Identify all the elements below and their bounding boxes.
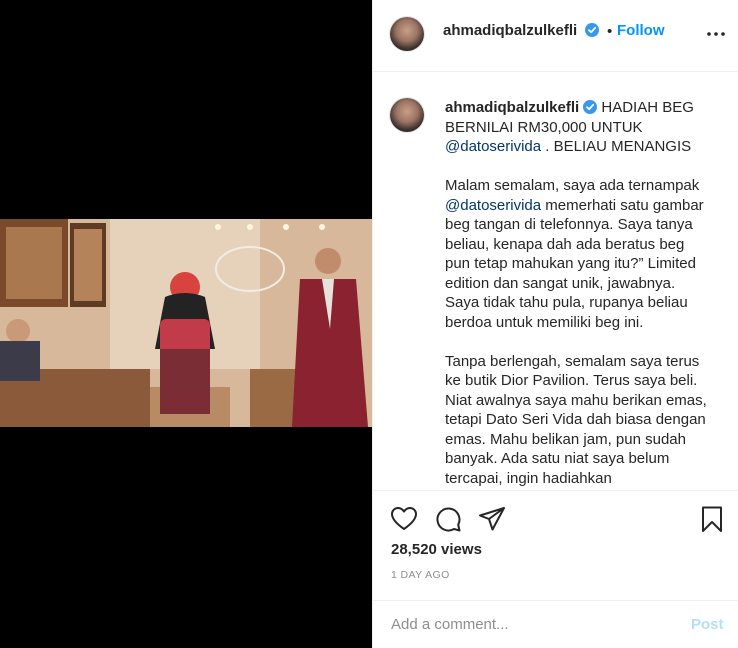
verified-badge-icon: [583, 100, 598, 114]
comment-bubble-icon[interactable]: [434, 505, 462, 533]
paper-plane-icon[interactable]: [478, 505, 506, 533]
instagram-post-view: ahmadiqbalzulkefli • Follow ahmadiqbalzu…: [0, 0, 738, 648]
more-options-icon[interactable]: [705, 24, 727, 44]
caption-headline: ahmadiqbalzulkefli HADIAH BEG BERNILAI R…: [445, 98, 707, 157]
video-frame[interactable]: [0, 219, 372, 427]
post-header: ahmadiqbalzulkefli • Follow: [373, 0, 738, 72]
username-text[interactable]: ahmadiqbalzulkefli: [443, 22, 577, 39]
caption-text: ahmadiqbalzulkefli HADIAH BEG BERNILAI R…: [445, 98, 707, 490]
post-timestamp[interactable]: 1 DAY AGO: [391, 569, 450, 581]
header-username[interactable]: ahmadiqbalzulkefli: [443, 22, 600, 39]
separator-dot: •: [607, 23, 613, 40]
caption-p2-start: Malam semalam, saya ada ternampak: [445, 177, 700, 194]
action-bar: 28,520 views 1 DAY AGO: [373, 490, 738, 600]
caption-line1-end: . BELIAU MENANGIS: [545, 138, 692, 155]
caption-area: ahmadiqbalzulkefli HADIAH BEG BERNILAI R…: [373, 72, 738, 490]
caption-avatar[interactable]: [390, 98, 424, 132]
bookmark-icon[interactable]: [698, 505, 726, 533]
verified-badge-icon: [585, 23, 600, 37]
caption-paragraph-3: Tanpa berlengah, semalam saya terus ke b…: [445, 352, 707, 487]
follow-button[interactable]: Follow: [617, 22, 665, 39]
mention-link[interactable]: @datoserivida: [445, 138, 541, 155]
caption-paragraph-2: Malam semalam, saya ada ternampak @datos…: [445, 176, 707, 332]
comment-box: Add a comment... Post: [373, 600, 738, 648]
heart-icon[interactable]: [390, 505, 418, 533]
comment-input[interactable]: Add a comment...: [391, 616, 509, 633]
avatar[interactable]: [390, 17, 424, 51]
view-count[interactable]: 28,520 views: [391, 541, 482, 558]
caption-username[interactable]: ahmadiqbalzulkefli: [445, 99, 579, 116]
mention-link[interactable]: @datoserivida: [445, 197, 541, 214]
video-scene: [0, 219, 372, 427]
post-comment-button[interactable]: Post: [691, 616, 724, 633]
post-side-panel: ahmadiqbalzulkefli • Follow ahmadiqbalzu…: [372, 0, 738, 648]
post-media[interactable]: [0, 0, 372, 648]
caption-p2-rest: memerhati satu gambar beg tangan di tele…: [445, 196, 704, 331]
